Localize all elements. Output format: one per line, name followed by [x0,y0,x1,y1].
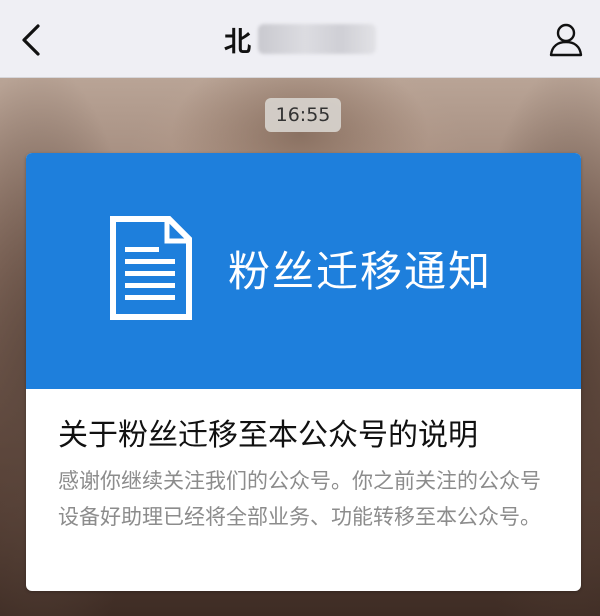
top-nav-bar: 北 [0,0,600,78]
person-icon [549,23,583,57]
nav-title-container: 北 [0,0,600,78]
article-card[interactable]: 粉丝迁移通知 关于粉丝迁移至本公众号的说明 感谢你继续关注我们的公众号。你之前关… [26,153,581,591]
redacted-title-blur [258,24,376,54]
article-cover: 粉丝迁移通知 [26,153,581,389]
chat-title: 北 [224,26,252,58]
document-icon [110,216,192,320]
cover-title: 粉丝迁移通知 [228,247,493,296]
message-timestamp: 16:55 [265,98,341,132]
article-title: 关于粉丝迁移至本公众号的说明 [58,418,478,453]
article-description: 感谢你继续关注我们的公众号。你之前关注的公众号设备好助理已经将全部业务、功能转移… [58,469,541,529]
profile-button[interactable] [546,20,586,60]
